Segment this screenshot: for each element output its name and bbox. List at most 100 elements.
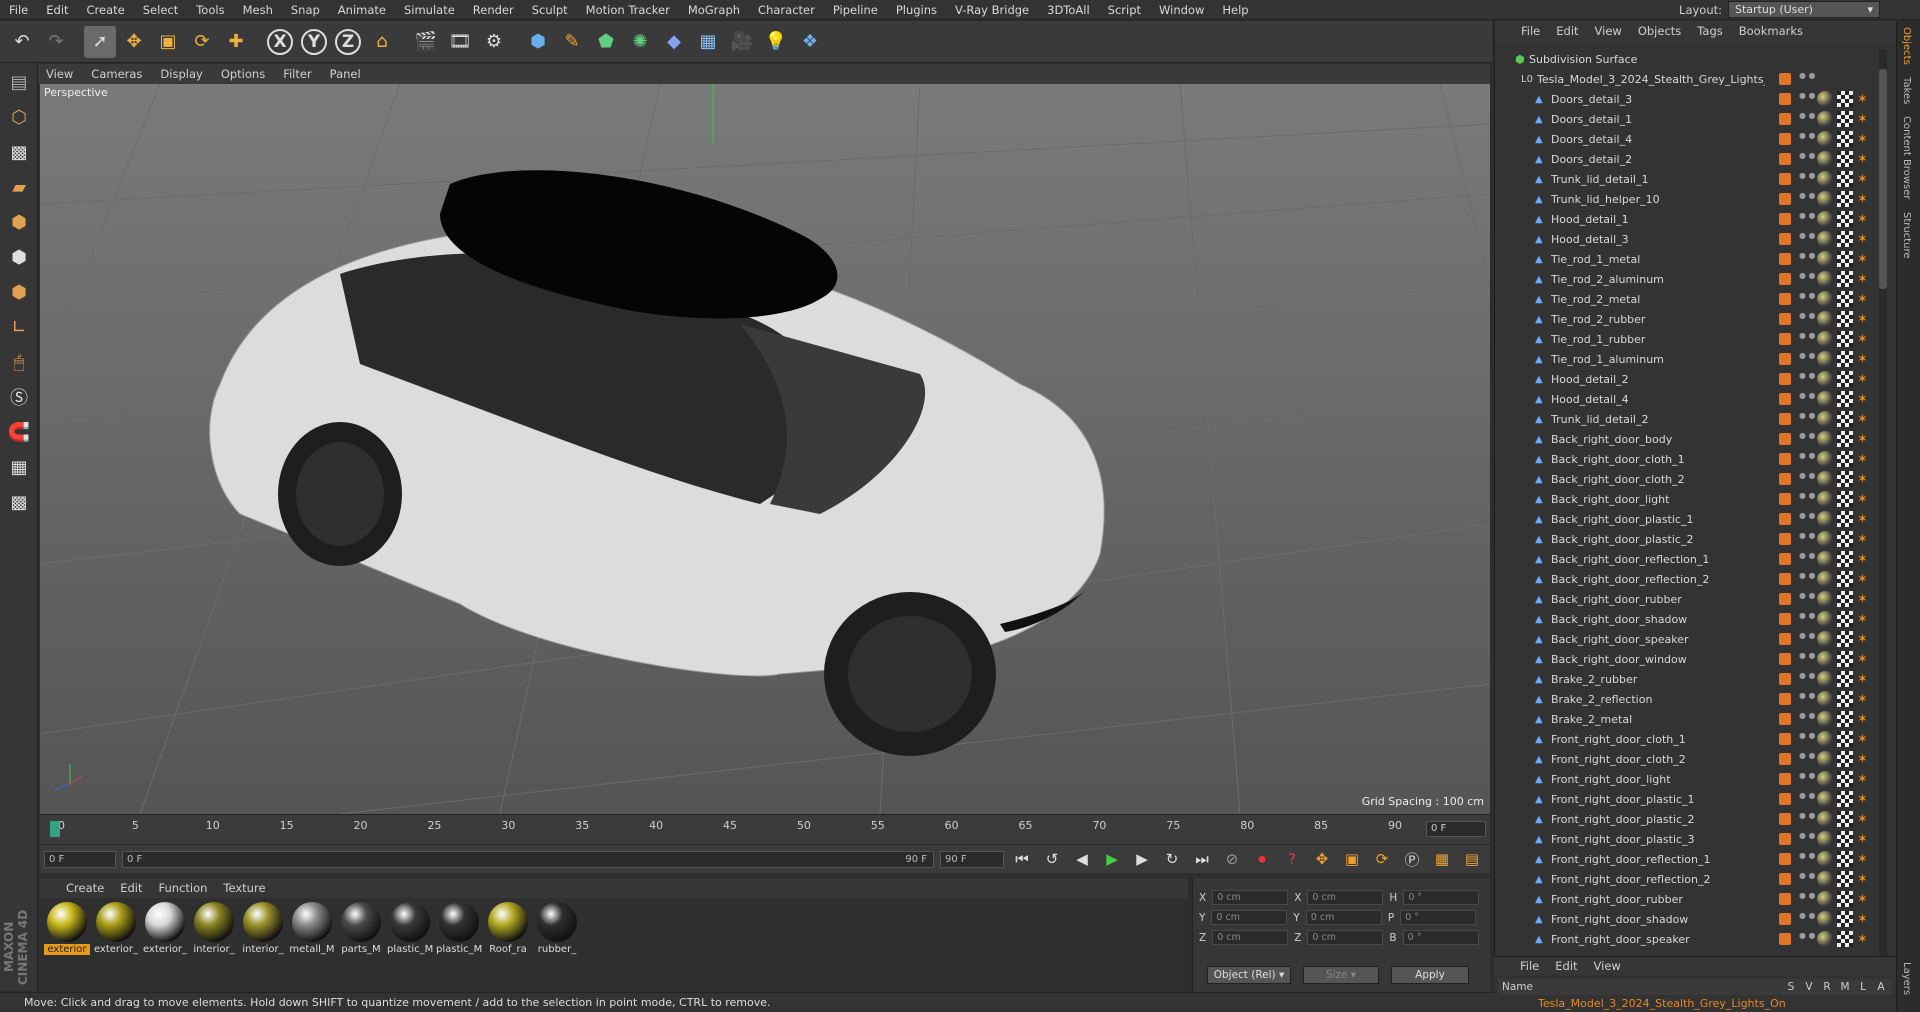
transform-tool-icon[interactable]: ✚ [220, 26, 252, 58]
layer-color-tag[interactable] [1779, 213, 1791, 225]
material-tag-icon[interactable] [1817, 671, 1833, 687]
material-tag-icon[interactable] [1817, 731, 1833, 747]
texture-mode-icon[interactable]: ▩ [2, 136, 36, 168]
layer-color-tag[interactable] [1779, 293, 1791, 305]
object-row[interactable]: ▲ Brake_2_reflection ● ● ✶ [1495, 689, 1887, 709]
phong-tag-icon[interactable]: ✶ [1857, 892, 1871, 907]
start-frame-field[interactable]: 0 F [44, 850, 116, 868]
material-tag-icon[interactable] [1817, 551, 1833, 567]
redo-icon[interactable]: ↷ [40, 26, 72, 58]
visibility-dots[interactable]: ● ● [1799, 212, 1816, 226]
object-row[interactable]: ▲ Back_right_door_light ● ● ✶ [1495, 489, 1887, 509]
material-tag-icon[interactable] [1817, 491, 1833, 507]
menu-v-ray-bridge[interactable]: V-Ray Bridge [946, 0, 1038, 20]
object-row[interactable]: ▲ Front_right_door_shadow ● ● ✶ [1495, 909, 1887, 929]
visibility-dots[interactable]: ● ● [1799, 512, 1816, 526]
texture-tag-icon[interactable] [1837, 631, 1853, 647]
visibility-dots[interactable]: ● ● [1799, 732, 1816, 746]
object-row[interactable]: ▲ Front_right_door_plastic_3 ● ● ✶ [1495, 829, 1887, 849]
layer-color-tag[interactable] [1779, 933, 1791, 945]
texture-tag-icon[interactable] [1837, 351, 1853, 367]
layer-color-tag[interactable] [1779, 413, 1791, 425]
phong-tag-icon[interactable]: ✶ [1857, 572, 1871, 587]
menu-character[interactable]: Character [749, 0, 824, 20]
material-tag-icon[interactable] [1817, 391, 1833, 407]
texture-tag-icon[interactable] [1837, 171, 1853, 187]
mograph-icon[interactable]: ✺ [624, 26, 656, 58]
object-row[interactable]: ▲ Front_right_door_reflection_2 ● ● ✶ [1495, 869, 1887, 889]
object-row[interactable]: ▲ Front_right_door_reflection_1 ● ● ✶ [1495, 849, 1887, 869]
layer-color-tag[interactable] [1779, 113, 1791, 125]
material-tag-icon[interactable] [1817, 151, 1833, 167]
layer-color-tag[interactable] [1779, 473, 1791, 485]
menu-simulate[interactable]: Simulate [395, 0, 464, 20]
material-tag-icon[interactable] [1817, 191, 1833, 207]
texture-tag-icon[interactable] [1837, 651, 1853, 667]
layer-color-tag[interactable] [1779, 793, 1791, 805]
layer-color-tag[interactable] [1779, 333, 1791, 345]
phong-tag-icon[interactable]: ✶ [1857, 452, 1871, 467]
object-row[interactable]: ▲ Hood_detail_4 ● ● ✶ [1495, 389, 1887, 409]
phong-tag-icon[interactable]: ✶ [1857, 372, 1871, 387]
material-menu-create[interactable]: Create [66, 881, 104, 895]
phong-tag-icon[interactable]: ✶ [1857, 492, 1871, 507]
record-keyframe-icon[interactable]: ⏺ [1250, 848, 1274, 870]
timeline-window-icon[interactable]: ▤ [1460, 848, 1484, 870]
material-swatch[interactable]: interior_ [240, 902, 286, 955]
object-menu-edit[interactable]: Edit [1556, 24, 1578, 38]
object-row-root[interactable]: ⬢ Subdivision Surface [1495, 49, 1887, 69]
edges-mode-icon[interactable]: ⬢ [2, 241, 36, 273]
phong-tag-icon[interactable]: ✶ [1857, 912, 1871, 927]
texture-tag-icon[interactable] [1837, 911, 1853, 927]
material-tag-icon[interactable] [1817, 591, 1833, 607]
select-tool-icon[interactable]: ➚ [84, 25, 116, 58]
layer-color-tag[interactable] [1779, 913, 1791, 925]
coordinate-field[interactable]: 0 ° [1402, 930, 1479, 945]
layer-color-tag[interactable] [1779, 133, 1791, 145]
material-tag-icon[interactable] [1817, 851, 1833, 867]
visibility-dots[interactable]: ● ● [1799, 572, 1816, 586]
layer-color-tag[interactable] [1779, 853, 1791, 865]
object-row[interactable]: ▲ Brake_2_metal ● ● ✶ [1495, 709, 1887, 729]
object-row[interactable]: ▲ Back_right_door_plastic_2 ● ● ✶ [1495, 529, 1887, 549]
phong-tag-icon[interactable]: ✶ [1857, 252, 1871, 267]
layer-color-tag[interactable] [1779, 433, 1791, 445]
object-row[interactable]: ▲ Tie_rod_2_metal ● ● ✶ [1495, 289, 1887, 309]
snap-icon[interactable]: 🧲 [2, 416, 36, 448]
material-tag-icon[interactable] [1817, 111, 1833, 127]
camera-icon[interactable]: 🎥 [726, 26, 758, 58]
size-mode-dropdown[interactable]: Size ▾ [1303, 966, 1379, 984]
phong-tag-icon[interactable]: ✶ [1857, 352, 1871, 367]
texture-tag-icon[interactable] [1837, 811, 1853, 827]
texture-tag-icon[interactable] [1837, 791, 1853, 807]
visibility-dots[interactable]: ● ● [1799, 912, 1816, 926]
floor-icon[interactable]: ▦ [692, 26, 724, 58]
layer-menu-file[interactable]: File [1520, 959, 1539, 973]
texture-tag-icon[interactable] [1837, 491, 1853, 507]
phong-tag-icon[interactable]: ✶ [1857, 632, 1871, 647]
texture-tag-icon[interactable] [1837, 311, 1853, 327]
material-tag-icon[interactable] [1817, 811, 1833, 827]
phong-tag-icon[interactable]: ✶ [1857, 392, 1871, 407]
menu-plugins[interactable]: Plugins [887, 0, 946, 20]
layer-color-tag[interactable] [1779, 193, 1791, 205]
texture-tag-icon[interactable] [1837, 111, 1853, 127]
texture-tag-icon[interactable] [1837, 151, 1853, 167]
menu-motion-tracker[interactable]: Motion Tracker [577, 0, 679, 20]
cube-icon[interactable]: ⬢ [522, 26, 554, 58]
texture-tag-icon[interactable] [1837, 531, 1853, 547]
render-settings-icon[interactable]: ⚙ [478, 26, 510, 58]
visibility-dots[interactable]: ● ● [1799, 252, 1816, 266]
phong-tag-icon[interactable]: ✶ [1857, 512, 1871, 527]
next-frame-icon[interactable]: ▶ [1130, 848, 1154, 870]
phong-tag-icon[interactable]: ✶ [1857, 592, 1871, 607]
material-tag-icon[interactable] [1817, 91, 1833, 107]
texture-tag-icon[interactable] [1837, 591, 1853, 607]
phong-tag-icon[interactable]: ✶ [1857, 672, 1871, 687]
render-picture-viewer-icon[interactable]: 🎞 [444, 26, 476, 58]
menu-3dtoall[interactable]: 3DToAll [1038, 0, 1099, 20]
material-menu-function[interactable]: Function [159, 881, 208, 895]
texture-tag-icon[interactable] [1837, 391, 1853, 407]
material-tag-icon[interactable] [1817, 291, 1833, 307]
go-to-end-icon[interactable]: ⏭ [1190, 848, 1214, 870]
